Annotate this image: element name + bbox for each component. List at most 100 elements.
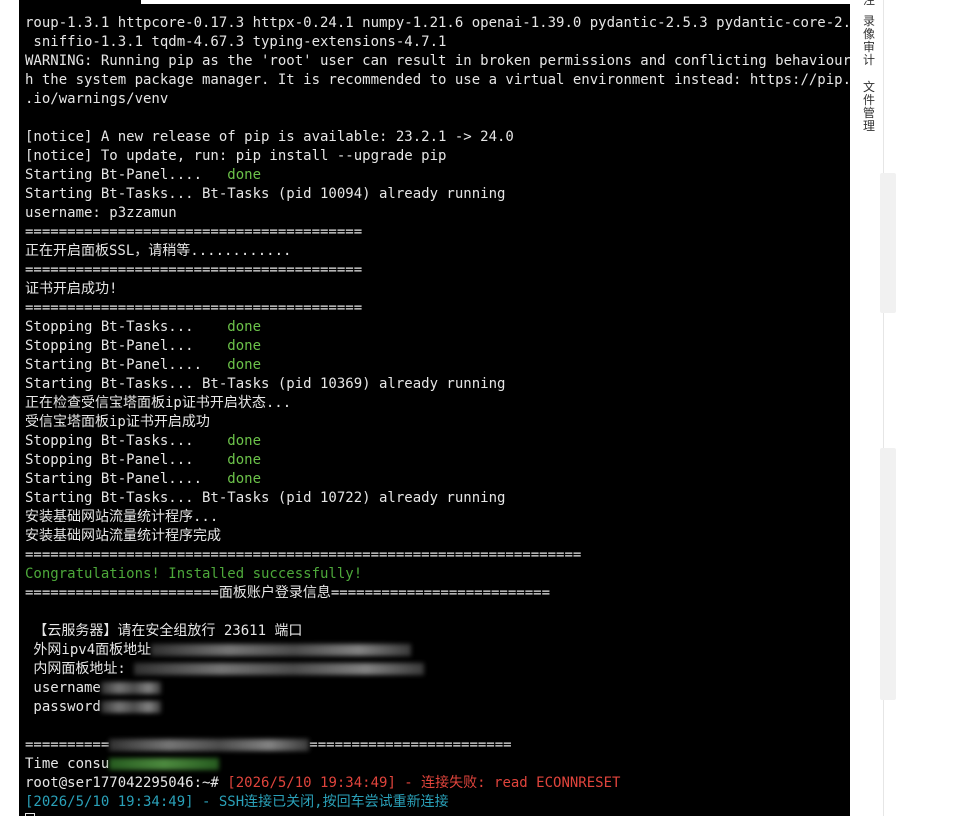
terminal-line: .io/warnings/venv [25,90,850,109]
terminal-text: Congratulations! Installed successfully! [25,566,363,582]
terminal-text: [2026/5/10 19:34:49] - 连接失败: read ECONNR… [227,775,621,791]
terminal-text: 证书开启成功! [25,281,118,297]
terminal-text: 内网面板地址: [25,661,135,677]
terminal-line: 证书开启成功! [25,280,850,299]
side-tab-file-manager[interactable]: 文件管理 [862,81,876,133]
terminal-output[interactable]: roup-1.3.1 httpcore-0.17.3 httpx-0.24.1 … [19,4,850,816]
terminal-text: root@ser177042295046:~# [25,775,228,791]
terminal-text: 安装基础网站流量统计程序... [25,509,219,525]
terminal-line: 【云服务器】请在安全组放行 23611 端口 [25,622,850,641]
side-scroll-track[interactable] [880,173,896,313]
status-done: done [227,338,262,354]
terminal-text: h the system package manager. It is reco… [25,72,850,88]
terminal-line: 内网面板地址: [25,660,850,679]
terminal-text: Starting Bt-Panel.... [25,167,228,183]
terminal-text: sniffio-1.3.1 tqdm-4.67.3 typing-extensi… [25,34,447,50]
terminal-line: Stopping Bt-Panel... done [25,451,850,470]
terminal-line: 安装基础网站流量统计程序... [25,508,850,527]
terminal-line: =======================面板账户登录信息=========… [25,584,850,603]
side-tab-recording-audit[interactable]: 录像审计 [862,15,876,67]
terminal-text: 【云服务器】请在安全组放行 23611 端口 [25,623,303,639]
terminal-text: username [25,680,101,696]
terminal-line: root@ser177042295046:~# [2026/5/10 19:34… [25,774,850,793]
redacted-value [151,644,412,656]
terminal-text: ========== [25,737,110,753]
terminal-line: ======================================== [25,223,850,242]
status-done: done [227,471,262,487]
terminal-line: h the system package manager. It is reco… [25,71,850,90]
terminal-line: username [25,679,850,698]
terminal-line [25,812,850,816]
side-scroll-track-lower[interactable] [880,448,896,700]
terminal-text: Stopping Bt-Tasks... [25,433,228,449]
terminal-text: 外网ipv4面板地址 [25,642,152,658]
terminal-text: Starting Bt-Tasks... Bt-Tasks (pid 10369… [25,376,506,392]
terminal-text: ======================================== [25,300,363,316]
terminal-text: ========================================… [25,547,582,563]
terminal-text: [notice] To update, run: pip install --u… [25,148,447,164]
terminal-line: Starting Bt-Panel.... done [25,356,850,375]
terminal-line: roup-1.3.1 httpcore-0.17.3 httpx-0.24.1 … [25,14,850,33]
terminal-text: 正在检查受信宝塔面板ip证书开启状态... [25,395,292,411]
terminal-text: password [25,699,101,715]
terminal-line: 安装基础网站流量统计程序完成 [25,527,850,546]
terminal-line: sniffio-1.3.1 tqdm-4.67.3 typing-extensi… [25,33,850,52]
terminal-text: Starting Bt-Panel.... [25,471,228,487]
terminal-line: Stopping Bt-Tasks... done [25,318,850,337]
terminal-line: username: p3zzamun [25,204,850,223]
side-tabs: 注 录像审计 文件管理 [855,0,883,147]
terminal-text: ======================== [309,737,512,753]
terminal-line: Starting Bt-Tasks... Bt-Tasks (pid 10094… [25,185,850,204]
terminal-text: 安装基础网站流量统计程序完成 [25,528,221,544]
redacted-value [100,701,161,713]
terminal-line: 外网ipv4面板地址 [25,641,850,660]
terminal-line: Starting Bt-Panel.... done [25,470,850,489]
terminal-line: Stopping Bt-Tasks... done [25,432,850,451]
terminal-text: Starting Bt-Panel.... [25,357,228,373]
terminal-text: ======================================== [25,224,363,240]
terminal-text: username: p3zzamun [25,205,177,221]
terminal-text: Starting Bt-Tasks... Bt-Tasks (pid 10722… [25,490,506,506]
status-done: done [227,433,262,449]
terminal-line: Starting Bt-Tasks... Bt-Tasks (pid 10722… [25,489,850,508]
terminal-text: Stopping Bt-Panel... [25,338,228,354]
terminal-text: Stopping Bt-Tasks... [25,319,228,335]
redacted-value [134,663,425,675]
terminal-line: ======================================== [25,261,850,280]
terminal-line: 受信宝塔面板ip证书开启成功 [25,413,850,432]
terminal-line: 正在开启面板SSL，请稍等............ [25,242,850,261]
terminal-text: Time consu [25,756,110,772]
terminal-text: =======================面板账户登录信息=========… [25,585,551,601]
terminal-line: ======================================== [25,299,850,318]
terminal-text: [notice] A new release of pip is availab… [25,129,514,145]
terminal-text: [2026/5/10 19:34:49] - SSH连接已关闭,按回车尝试重新连… [25,794,449,810]
terminal-line: Congratulations! Installed successfully! [25,565,850,584]
status-done: done [227,319,262,335]
terminal-text: 正在开启面板SSL，请稍等............ [25,243,292,259]
terminal-line: [2026/5/10 19:34:49] - SSH连接已关闭,按回车尝试重新连… [25,793,850,812]
terminal-line: Time consu [25,755,850,774]
terminal-text: Starting Bt-Tasks... Bt-Tasks (pid 10094… [25,186,506,202]
terminal-line: password [25,698,850,717]
redacted-value [100,682,161,694]
terminal-text: 受信宝塔面板ip证书开启成功 [25,414,210,430]
terminal-line: Starting Bt-Panel.... done [25,166,850,185]
terminal-text: Stopping Bt-Panel... [25,452,228,468]
terminal-text: ======================================== [25,262,363,278]
terminal-line: Stopping Bt-Panel... done [25,337,850,356]
terminal-text: WARNING: Running pip as the 'root' user … [25,53,850,69]
side-tab-partial[interactable]: 注 [862,0,876,7]
redacted-value [109,758,220,770]
terminal-text: roup-1.3.1 httpcore-0.17.3 httpx-0.24.1 … [25,15,850,31]
terminal-line: Starting Bt-Tasks... Bt-Tasks (pid 10369… [25,375,850,394]
redacted-value [109,739,310,751]
terminal-line: ========== ======================== [25,736,850,755]
status-done: done [227,357,262,373]
terminal-line: 正在检查受信宝塔面板ip证书开启状态... [25,394,850,413]
terminal-line: WARNING: Running pip as the 'root' user … [25,52,850,71]
terminal-lines: roup-1.3.1 httpcore-0.17.3 httpx-0.24.1 … [25,14,850,816]
terminal-line: ========================================… [25,546,850,565]
terminal-line: [notice] To update, run: pip install --u… [25,147,850,166]
status-done: done [227,452,262,468]
